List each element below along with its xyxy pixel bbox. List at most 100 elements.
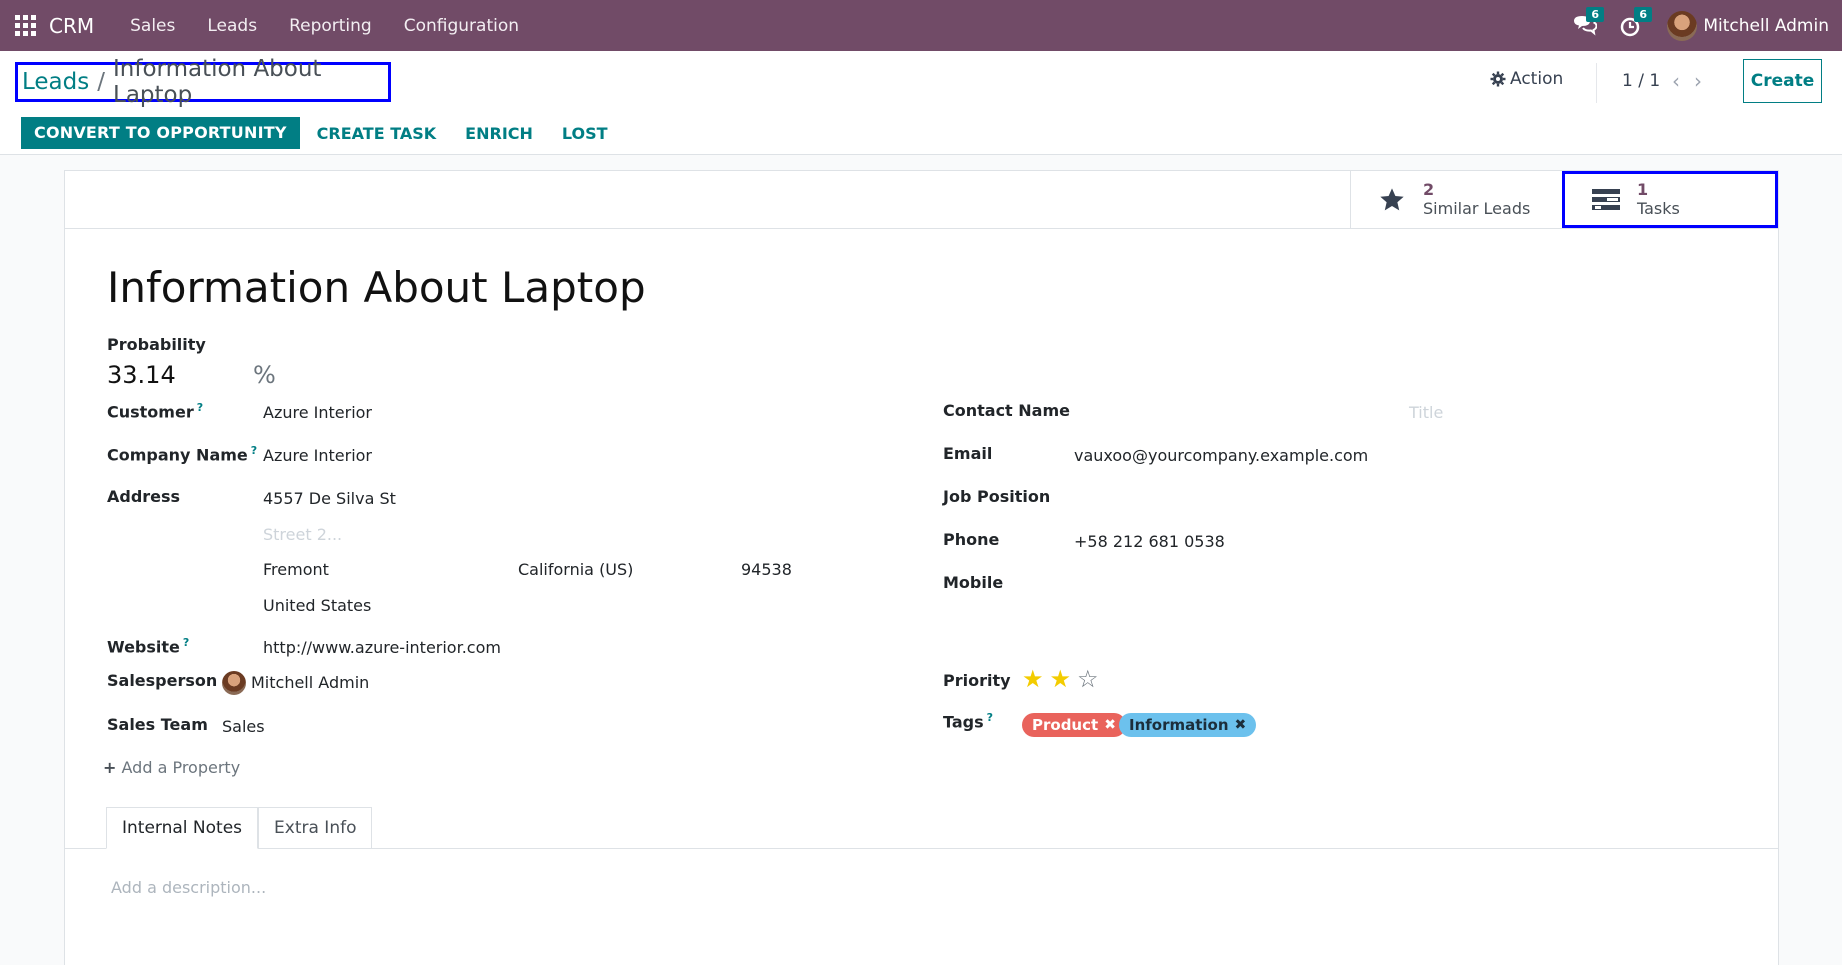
tasks-count: 1	[1637, 179, 1649, 199]
tag-information: Information ✖	[1119, 713, 1257, 737]
activities-badge: 6	[1634, 6, 1652, 22]
activities-icon[interactable]: 6	[1619, 6, 1652, 39]
user-name: Mitchell Admin	[1703, 15, 1829, 36]
priority-star-3[interactable]: ☆	[1077, 667, 1099, 691]
city-field[interactable]: Fremont	[263, 560, 329, 579]
messages-icon[interactable]: 6	[1571, 6, 1604, 39]
salesperson-avatar	[222, 671, 246, 695]
website-label: Website?	[107, 636, 189, 656]
description-field[interactable]: Add a description...	[111, 878, 266, 897]
priority-widget: ★ ★ ☆	[1022, 667, 1099, 691]
menu-sales[interactable]: Sales	[130, 16, 175, 36]
phone-label: Phone	[943, 530, 1000, 549]
tag-product: Product ✖	[1022, 713, 1126, 737]
state-field[interactable]: California (US)	[518, 560, 633, 579]
control-panel: Leads / Information About Laptop Action …	[0, 51, 1842, 155]
menu-configuration[interactable]: Configuration	[404, 16, 519, 36]
create-button[interactable]: Create	[1743, 59, 1822, 103]
tag-label: Product	[1032, 716, 1099, 734]
notebook-tabs: Internal Notes Extra Info	[106, 807, 373, 849]
tab-internal-notes[interactable]: Internal Notes	[106, 807, 259, 849]
menu-reporting[interactable]: Reporting	[289, 16, 372, 36]
zip-field[interactable]: 94538	[741, 560, 792, 579]
sales-team-field[interactable]: Sales	[222, 717, 265, 736]
breadcrumb: Leads / Information About Laptop	[15, 56, 391, 108]
salesperson-label: Salesperson	[107, 671, 218, 690]
phone-field[interactable]: +58 212 681 0538	[1074, 532, 1225, 551]
create-task-button[interactable]: CREATE TASK	[317, 124, 437, 143]
action-button[interactable]: Action	[1490, 69, 1563, 89]
salesperson-field[interactable]: Mitchell Admin	[251, 673, 369, 692]
customer-label: Customer?	[107, 401, 203, 421]
breadcrumb-current: Information About Laptop	[113, 56, 322, 108]
breadcrumb-leads[interactable]: Leads	[22, 69, 89, 95]
user-menu[interactable]: Mitchell Admin	[1667, 10, 1829, 41]
top-navbar: CRM Sales Leads Reporting Configuration …	[0, 0, 1842, 51]
similar-leads-label: Similar Leads	[1423, 198, 1531, 218]
country-field[interactable]: United States	[263, 596, 371, 615]
contact-name-label: Contact Name	[943, 401, 1070, 420]
add-property-button[interactable]: + Add a Property	[103, 758, 240, 777]
pager-previous-icon[interactable]: ‹	[1672, 69, 1680, 93]
gear-icon	[1490, 71, 1506, 87]
contact-title-field[interactable]: Title	[1409, 403, 1443, 422]
enrich-button[interactable]: ENRICH	[465, 124, 533, 143]
help-icon[interactable]: ?	[183, 636, 189, 649]
lead-title[interactable]: Information About Laptop	[107, 263, 646, 312]
star-icon	[1377, 185, 1407, 215]
pager-value[interactable]: 1 / 1	[1622, 71, 1660, 91]
convert-to-opportunity-button[interactable]: CONVERT TO OPPORTUNITY	[21, 117, 300, 149]
customer-field[interactable]: Azure Interior	[263, 403, 372, 422]
company-name-field[interactable]: Azure Interior	[263, 446, 372, 465]
form-sheet: 2 Similar Leads 1 Tasks Information Abou…	[64, 170, 1779, 965]
help-icon[interactable]: ?	[987, 711, 993, 724]
pager-next-icon[interactable]: ›	[1694, 69, 1702, 93]
probability-input[interactable]: 33.14	[107, 361, 176, 389]
company-name-label-text: Company Name	[107, 445, 248, 465]
priority-label: Priority	[943, 671, 1011, 690]
tasks-button[interactable]: 1 Tasks	[1562, 171, 1778, 228]
similar-leads-count: 2	[1423, 179, 1435, 199]
help-icon[interactable]: ?	[251, 444, 257, 457]
messages-badge: 6	[1586, 6, 1604, 22]
remove-tag-icon[interactable]: ✖	[1104, 713, 1116, 737]
remove-tag-icon[interactable]: ✖	[1235, 713, 1247, 737]
avatar	[1667, 10, 1698, 41]
probability-label: Probability	[107, 335, 206, 354]
pager-arrows: ‹ ›	[1672, 69, 1702, 93]
lost-button[interactable]: LOST	[562, 124, 608, 143]
tab-extra-info[interactable]: Extra Info	[258, 807, 373, 849]
job-position-label: Job Position	[943, 487, 1051, 506]
probability-unit: %	[253, 361, 276, 389]
customer-label-text: Customer	[107, 402, 194, 422]
tasks-label: Tasks	[1637, 198, 1680, 218]
help-icon[interactable]: ?	[197, 401, 203, 414]
email-field[interactable]: vauxoo@yourcompany.example.com	[1074, 446, 1368, 465]
street-field[interactable]: 4557 De Silva St	[263, 489, 396, 508]
mobile-label: Mobile	[943, 573, 1004, 592]
email-label: Email	[943, 444, 993, 463]
app-menu-icon[interactable]	[15, 14, 37, 37]
tasks-icon	[1591, 185, 1621, 215]
similar-leads-button[interactable]: 2 Similar Leads	[1350, 171, 1563, 228]
smart-button-box: 2 Similar Leads 1 Tasks	[65, 171, 1778, 229]
website-field[interactable]: http://www.azure-interior.com	[263, 638, 501, 657]
status-bar: CONVERT TO OPPORTUNITY CREATE TASK ENRIC…	[21, 117, 637, 149]
app-name[interactable]: CRM	[49, 14, 94, 38]
sales-team-label: Sales Team	[107, 715, 208, 734]
action-label: Action	[1510, 69, 1564, 89]
priority-star-2[interactable]: ★	[1050, 667, 1072, 691]
priority-star-1[interactable]: ★	[1022, 667, 1044, 691]
menu-leads[interactable]: Leads	[207, 16, 257, 36]
divider	[1596, 63, 1597, 103]
website-label-text: Website	[107, 637, 180, 657]
street2-field[interactable]: Street 2...	[263, 525, 342, 544]
add-property-label: Add a Property	[121, 758, 241, 777]
tags-label: Tags?	[943, 711, 993, 731]
address-label: Address	[107, 487, 181, 506]
company-name-label: Company Name?	[107, 444, 257, 464]
tag-label: Information	[1129, 716, 1229, 734]
breadcrumb-separator: /	[97, 69, 105, 95]
plus-icon: +	[103, 758, 117, 777]
tags-label-text: Tags	[943, 712, 984, 732]
